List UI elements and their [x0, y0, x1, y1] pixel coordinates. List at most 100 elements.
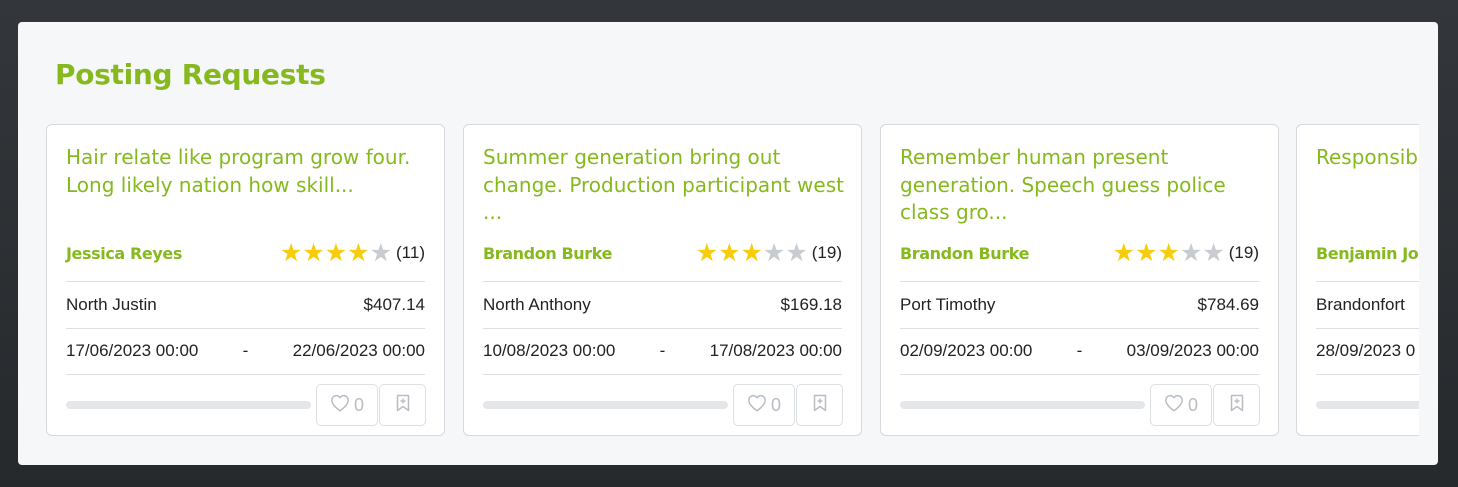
- location-price-row: Port Timothy $784.69: [900, 293, 1259, 317]
- rating-stars: ★★★★★: [280, 239, 392, 267]
- bookmark-add-icon: [813, 394, 827, 417]
- location-price-row: North Anthony $169.18: [483, 293, 842, 317]
- author-rating-row: Brandon Burke ★★★★★ (19): [900, 239, 1259, 267]
- date-separator: -: [1076, 341, 1083, 360]
- star-icon: ★: [302, 239, 325, 267]
- divider: [1316, 281, 1419, 282]
- star-icon: ★: [695, 239, 719, 267]
- location: North Justin: [66, 295, 157, 314]
- posting-title[interactable]: Responsib perform qu: [1316, 144, 1419, 172]
- location-price-row: North Justin $407.14: [66, 293, 425, 317]
- posting-title[interactable]: Hair relate like program grow four. Long…: [66, 144, 428, 199]
- progress-bar: [900, 401, 1145, 409]
- date-separator: -: [242, 341, 249, 360]
- section-title: Posting Requests: [55, 58, 326, 91]
- divider: [66, 328, 425, 329]
- rating-stars: ★★★★★: [1113, 239, 1225, 267]
- author-name[interactable]: Benjamin Jo: [1316, 244, 1419, 263]
- divider: [483, 374, 842, 375]
- author-rating-row: Benjamin Jo: [1316, 239, 1419, 267]
- star-icon: ★: [785, 239, 808, 267]
- date-range-row: 02/09/2023 00:00 - 03/09/2023 00:00: [900, 339, 1259, 363]
- end-date: 03/09/2023 00:00: [1126, 341, 1259, 360]
- star-icon: ★: [718, 239, 741, 267]
- bookmark-add-icon: [396, 394, 410, 417]
- cards-carousel[interactable]: Hair relate like program grow four. Long…: [46, 124, 1419, 438]
- start-date: 17/06/2023 00:00: [66, 341, 199, 360]
- divider: [66, 281, 425, 282]
- divider: [1316, 374, 1419, 375]
- divider: [900, 281, 1259, 282]
- start-date: 02/09/2023 00:00: [900, 341, 1033, 360]
- rating-count: (19): [1228, 243, 1259, 262]
- save-button[interactable]: [1213, 384, 1260, 426]
- rating: ★★★★★ (19): [1113, 239, 1259, 267]
- posting-card[interactable]: Remember human present generation. Speec…: [880, 124, 1279, 436]
- divider: [66, 374, 425, 375]
- save-button[interactable]: [379, 384, 426, 426]
- star-icon: ★: [1135, 239, 1158, 267]
- divider: [1316, 328, 1419, 329]
- rating-count: (19): [811, 243, 842, 262]
- posting-requests-panel: Posting Requests Hair relate like progra…: [18, 22, 1438, 465]
- progress-bar: [1316, 401, 1419, 409]
- date-range-row: 10/08/2023 00:00 - 17/08/2023 00:00: [483, 339, 842, 363]
- star-icon: ★: [740, 239, 763, 267]
- end-date: 17/08/2023 00:00: [709, 341, 842, 360]
- star-icon: ★: [347, 239, 370, 267]
- star-icon: ★: [369, 239, 393, 267]
- star-icon: ★: [279, 239, 303, 267]
- like-count: 0: [353, 394, 364, 415]
- divider: [900, 374, 1259, 375]
- like-button[interactable]: 0: [316, 384, 378, 426]
- heart-icon: [1164, 394, 1184, 417]
- star-icon: ★: [324, 239, 348, 267]
- divider: [483, 281, 842, 282]
- author-name[interactable]: Brandon Burke: [483, 244, 612, 263]
- date-separator: -: [659, 341, 666, 360]
- progress-bar: [483, 401, 728, 409]
- progress-bar: [66, 401, 311, 409]
- posting-card[interactable]: Summer generation bring out change. Prod…: [463, 124, 862, 436]
- posting-title[interactable]: Remember human present generation. Speec…: [900, 144, 1262, 227]
- rating: ★★★★★ (19): [696, 239, 842, 267]
- location: North Anthony: [483, 295, 591, 314]
- divider: [900, 328, 1259, 329]
- location-price-row: Brandonfort: [1316, 293, 1419, 317]
- like-count: 0: [770, 394, 781, 415]
- author-rating-row: Jessica Reyes ★★★★★ (11): [66, 239, 425, 267]
- bookmark-add-icon: [1230, 394, 1244, 417]
- like-button[interactable]: 0: [733, 384, 795, 426]
- price: $407.14: [363, 295, 425, 314]
- posting-card[interactable]: Responsib perform qu Benjamin Jo Brandon…: [1296, 124, 1419, 436]
- rating: ★★★★★ (11): [280, 239, 425, 267]
- date-range-row: 28/09/2023 0: [1316, 339, 1419, 363]
- author-rating-row: Brandon Burke ★★★★★ (19): [483, 239, 842, 267]
- save-button[interactable]: [796, 384, 843, 426]
- price: $169.18: [780, 295, 842, 314]
- divider: [483, 328, 842, 329]
- posting-card[interactable]: Hair relate like program grow four. Long…: [46, 124, 445, 436]
- heart-icon: [747, 394, 767, 417]
- heart-icon: [330, 394, 350, 417]
- end-date: 22/06/2023 00:00: [292, 341, 425, 360]
- star-icon: ★: [1202, 239, 1225, 267]
- location: Brandonfort: [1316, 295, 1405, 314]
- like-button[interactable]: 0: [1150, 384, 1212, 426]
- author-name[interactable]: Brandon Burke: [900, 244, 1029, 263]
- posting-title[interactable]: Summer generation bring out change. Prod…: [483, 144, 845, 227]
- author-name[interactable]: Jessica Reyes: [66, 244, 182, 263]
- start-date: 28/09/2023 0: [1316, 341, 1416, 360]
- star-icon: ★: [1157, 239, 1180, 267]
- star-icon: ★: [1179, 239, 1203, 267]
- rating-stars: ★★★★★: [696, 239, 808, 267]
- date-range-row: 17/06/2023 00:00 - 22/06/2023 00:00: [66, 339, 425, 363]
- cards-track: Hair relate like program grow four. Long…: [46, 124, 1419, 438]
- like-count: 0: [1187, 394, 1198, 415]
- start-date: 10/08/2023 00:00: [483, 341, 616, 360]
- location: Port Timothy: [900, 295, 996, 314]
- star-icon: ★: [762, 239, 786, 267]
- price: $784.69: [1197, 295, 1259, 314]
- rating-count: (11): [396, 243, 425, 262]
- star-icon: ★: [1112, 239, 1136, 267]
